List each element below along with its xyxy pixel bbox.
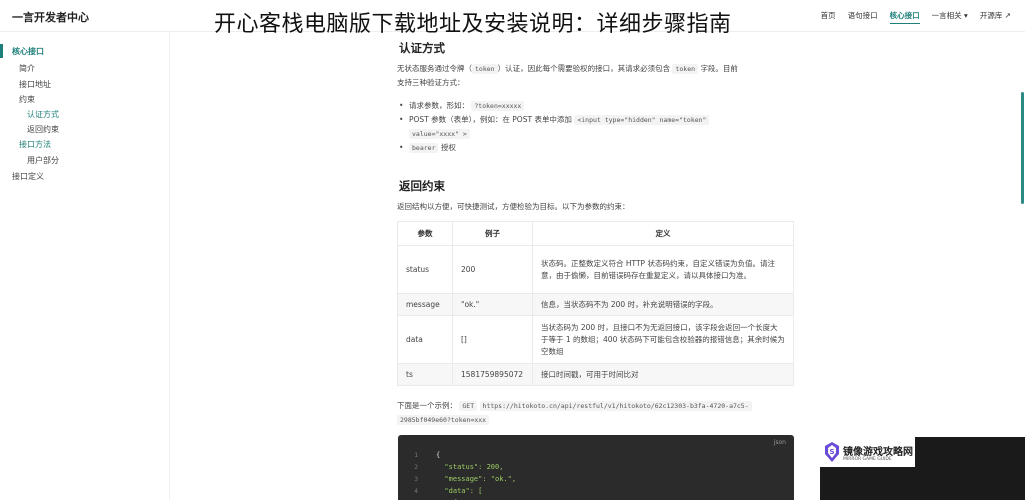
code-line: "status": 200, [436, 463, 504, 471]
sidebar-item-returns[interactable]: 返回约束 [27, 124, 59, 135]
bullet-text: 授权 [440, 143, 456, 152]
example-url-2[interactable]: 2985bf049e60?token=xxx [397, 415, 490, 425]
bullet-text: POST 参数（表单），例如：在 POST 表单中添加 [409, 115, 572, 124]
bullet-text: 请求参数，形如： [409, 101, 469, 110]
table-row: message "ok." 信息，当状态码不为 200 时，补充说明错误的字段。 [397, 293, 794, 316]
cell-example: [] [452, 315, 533, 364]
list-item: bearer 授权 [399, 141, 794, 155]
watermark-title: 镜像游戏攻略网 [843, 447, 913, 458]
nav-related-dropdown[interactable]: 一言相关 ▾ [932, 10, 968, 24]
cell-def: 状态码。正整数定义符合 HTTP 状态码约束，自定义错误为负值。请注意，由于偷懒… [532, 245, 794, 294]
auth-heading: 认证方式 [399, 41, 445, 55]
sidebar-item-definitions[interactable]: 接口定义 [12, 171, 44, 182]
example-url[interactable]: https://hitokoto.cn/api/restful/v1/hitok… [479, 401, 752, 411]
table-row: data [] 当状态码为 200 时，且接口不为无返回接口，该字段会返回一个长… [397, 315, 794, 364]
nav-sentence-api[interactable]: 语句接口 [848, 10, 878, 24]
sidebar-item-intro[interactable]: 简介 [19, 63, 35, 74]
line-number: 1 [414, 451, 418, 459]
cell-param: data [397, 315, 453, 364]
returns-heading: 返回约束 [399, 179, 445, 193]
cell-param: ts [397, 363, 453, 386]
cell-example: 200 [452, 245, 533, 294]
top-nav: 首页 语句接口 核心接口 一言相关 ▾ 开源库 ↗ [821, 10, 1011, 24]
sidebar-active-indicator [0, 44, 3, 58]
col-definition: 定义 [532, 221, 794, 246]
watermark-badge: S 镜像游戏攻略网 MIRROR GAME GUIDE [820, 437, 915, 467]
token-code-2: token [672, 64, 699, 74]
line-number: 3 [414, 475, 418, 483]
list-item: 请求参数，形如： ?token=xxxxx [399, 99, 794, 113]
svg-text:S: S [829, 448, 834, 456]
nav-open-source[interactable]: 开源库 ↗ [980, 10, 1011, 24]
sidebar: 核心接口 简介 接口地址 约束 认证方式 返回约束 接口方法 用户部分 接口定义 [0, 32, 170, 500]
code-gutter: 1 2 3 4 5 [398, 449, 424, 500]
cell-def: 当状态码为 200 时，且接口不为无返回接口，该字段会返回一个长度大于等于 1 … [532, 315, 794, 364]
bullet-code: <input type="hidden" name="token" [574, 115, 710, 125]
sidebar-item-constraints[interactable]: 约束 [19, 94, 35, 105]
line-number: 4 [414, 487, 418, 495]
auth-text-4: 支持三种验证方式： [397, 78, 465, 87]
auth-text-1: 无状态服务通过令牌（ [397, 64, 472, 73]
cell-example: "ok." [452, 293, 533, 316]
params-table: 参数 例子 定义 status 200 状态码。正整数定义符合 HTTP 状态码… [397, 221, 794, 386]
nav-home[interactable]: 首页 [821, 10, 836, 24]
col-param: 参数 [397, 221, 453, 246]
example-intro: 下面是一个示例： [397, 401, 457, 410]
code-line: "data": [ [436, 487, 483, 495]
token-code: token [472, 64, 498, 74]
bullet-code: ?token=xxxxx [471, 101, 525, 111]
table-header-row: 参数 例子 定义 [397, 221, 794, 246]
example-method: GET [459, 401, 478, 411]
sidebar-item-users[interactable]: 用户部分 [27, 155, 59, 166]
sidebar-item-auth[interactable]: 认证方式 [27, 109, 59, 120]
bullet-code: bearer [409, 143, 439, 153]
code-block: json 1 2 3 4 5 { "status": 200, "message… [398, 435, 794, 500]
code-language-label: json [773, 439, 786, 446]
nav-core-api[interactable]: 核心接口 [889, 10, 920, 24]
table-row: status 200 状态码。正整数定义符合 HTTP 状态码约束，自定义错误为… [397, 245, 794, 294]
auth-text-3: 字段。目前 [700, 64, 738, 73]
table-row: ts 1581759895072 接口时间戳，可用于时间比对 [397, 363, 794, 386]
cell-param: message [397, 293, 453, 316]
col-example: 例子 [452, 221, 533, 246]
example-paragraph: 下面是一个示例： GET https://hitokoto.cn/api/res… [397, 399, 797, 427]
cell-example: 1581759895072 [452, 363, 533, 386]
cell-def: 信息，当状态码不为 200 时，补充说明错误的字段。 [532, 293, 794, 316]
code-line: { [436, 451, 441, 459]
sidebar-item-methods[interactable]: 接口方法 [19, 139, 51, 150]
page-scrollbar[interactable] [1021, 92, 1024, 204]
sidebar-item-core-api[interactable]: 核心接口 [12, 46, 44, 57]
returns-desc: 返回结构以方便，可快捷测试，方便检验为目标。以下为参数的约束： [397, 202, 630, 211]
auth-methods-list: 请求参数，形如： ?token=xxxxx POST 参数（表单），例如：在 P… [399, 99, 794, 155]
code-lines: { "status": 200, "message": "ok.", "data… [436, 449, 516, 500]
cell-param: status [397, 245, 453, 294]
watermark: S 镜像游戏攻略网 MIRROR GAME GUIDE [820, 437, 1025, 500]
auth-paragraph: 无状态服务通过令牌（ token ）认证，因此每个需要验权的接口，其请求必须包含 t… [397, 62, 797, 89]
auth-text-2: ）认证，因此每个需要验权的接口，其请求必须包含 [497, 64, 671, 73]
watermark-logo-icon: S [825, 442, 839, 462]
line-number: 2 [414, 463, 418, 471]
bullet-code-2: value="xxxx" > [409, 129, 470, 139]
code-line: "message": "ok.", [436, 475, 517, 483]
overlay-title: 开心客栈电脑版下载地址及安装说明：详细步骤指南 [214, 12, 732, 37]
sidebar-item-endpoint[interactable]: 接口地址 [19, 79, 51, 90]
list-item: POST 参数（表单），例如：在 POST 表单中添加 <input type=… [399, 113, 794, 141]
site-brand[interactable]: 一言开发者中心 [12, 9, 89, 25]
watermark-subtitle: MIRROR GAME GUIDE [843, 457, 892, 462]
cell-def: 接口时间戳，可用于时间比对 [532, 363, 794, 386]
